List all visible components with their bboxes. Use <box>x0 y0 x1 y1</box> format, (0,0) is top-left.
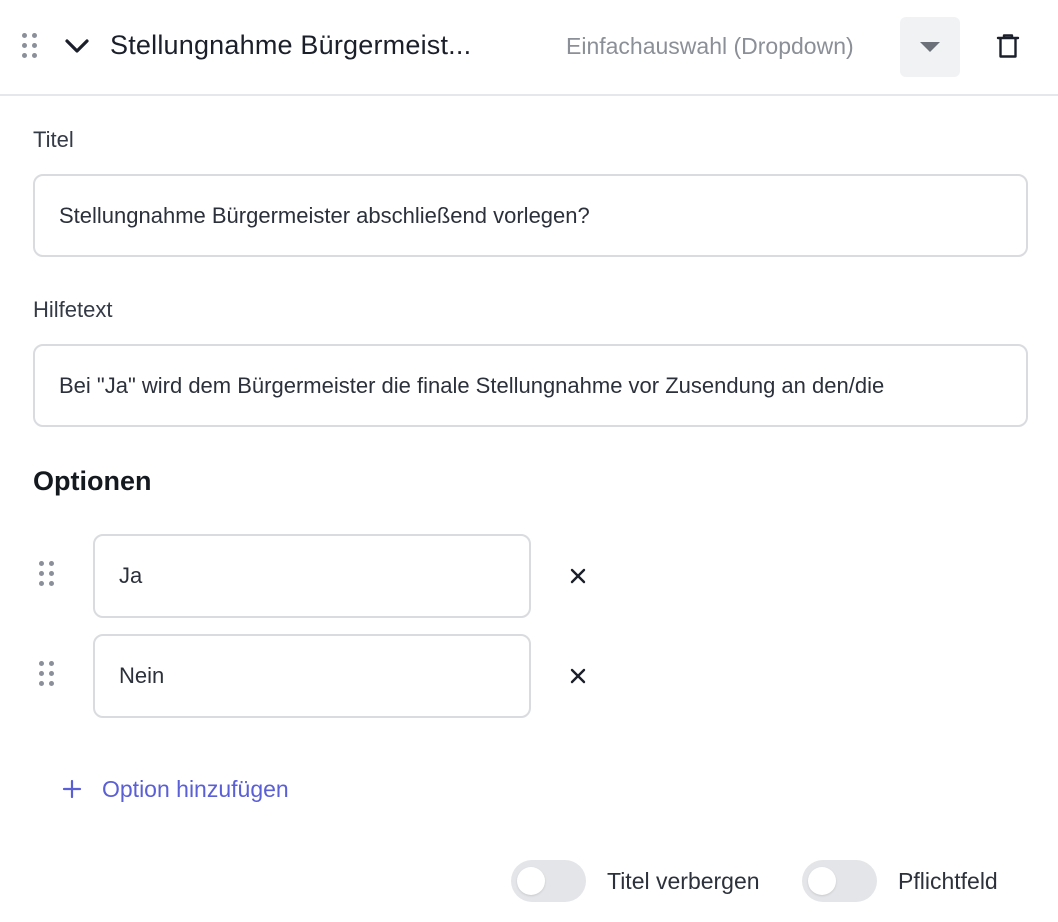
option-row <box>0 634 620 718</box>
options-heading: Optionen <box>33 466 152 496</box>
drag-handle-icon[interactable] <box>39 661 54 686</box>
title-label: Titel <box>33 127 74 152</box>
field-type-label[interactable]: Einfachauswahl (Dropdown) <box>566 33 854 60</box>
field-type-dropdown-button[interactable] <box>900 17 960 77</box>
option-row <box>0 534 620 618</box>
option-input[interactable] <box>93 534 531 618</box>
hide-title-toggle[interactable] <box>511 860 586 902</box>
field-header: Stellungnahme Bürgermeist... Einfachausw… <box>0 0 1058 96</box>
close-icon[interactable] <box>569 667 587 685</box>
add-option-label: Option hinzufügen <box>102 775 289 802</box>
hide-title-setting: Titel verbergen <box>511 860 760 902</box>
add-option-button[interactable]: Option hinzufügen <box>62 773 289 805</box>
help-text-input[interactable] <box>33 344 1028 427</box>
caret-down-icon <box>920 42 940 52</box>
field-title: Stellungnahme Bürgermeist... <box>110 30 472 60</box>
drag-handle-icon[interactable] <box>22 33 37 58</box>
chevron-down-icon[interactable] <box>64 36 90 56</box>
close-icon[interactable] <box>569 567 587 585</box>
form-field-card: Stellungnahme Bürgermeist... Einfachausw… <box>0 0 1058 922</box>
drag-handle-icon[interactable] <box>39 561 54 586</box>
hide-title-label: Titel verbergen <box>607 867 760 894</box>
required-toggle[interactable] <box>802 860 877 902</box>
trash-icon[interactable] <box>996 33 1020 59</box>
plus-icon <box>62 779 82 799</box>
option-input[interactable] <box>93 634 531 718</box>
title-input[interactable] <box>33 174 1028 257</box>
toggle-knob <box>808 867 836 895</box>
help-text-label: Hilfetext <box>33 297 113 322</box>
toggle-knob <box>517 867 545 895</box>
required-label: Pflichtfeld <box>898 867 998 894</box>
required-setting: Pflichtfeld <box>802 860 998 902</box>
